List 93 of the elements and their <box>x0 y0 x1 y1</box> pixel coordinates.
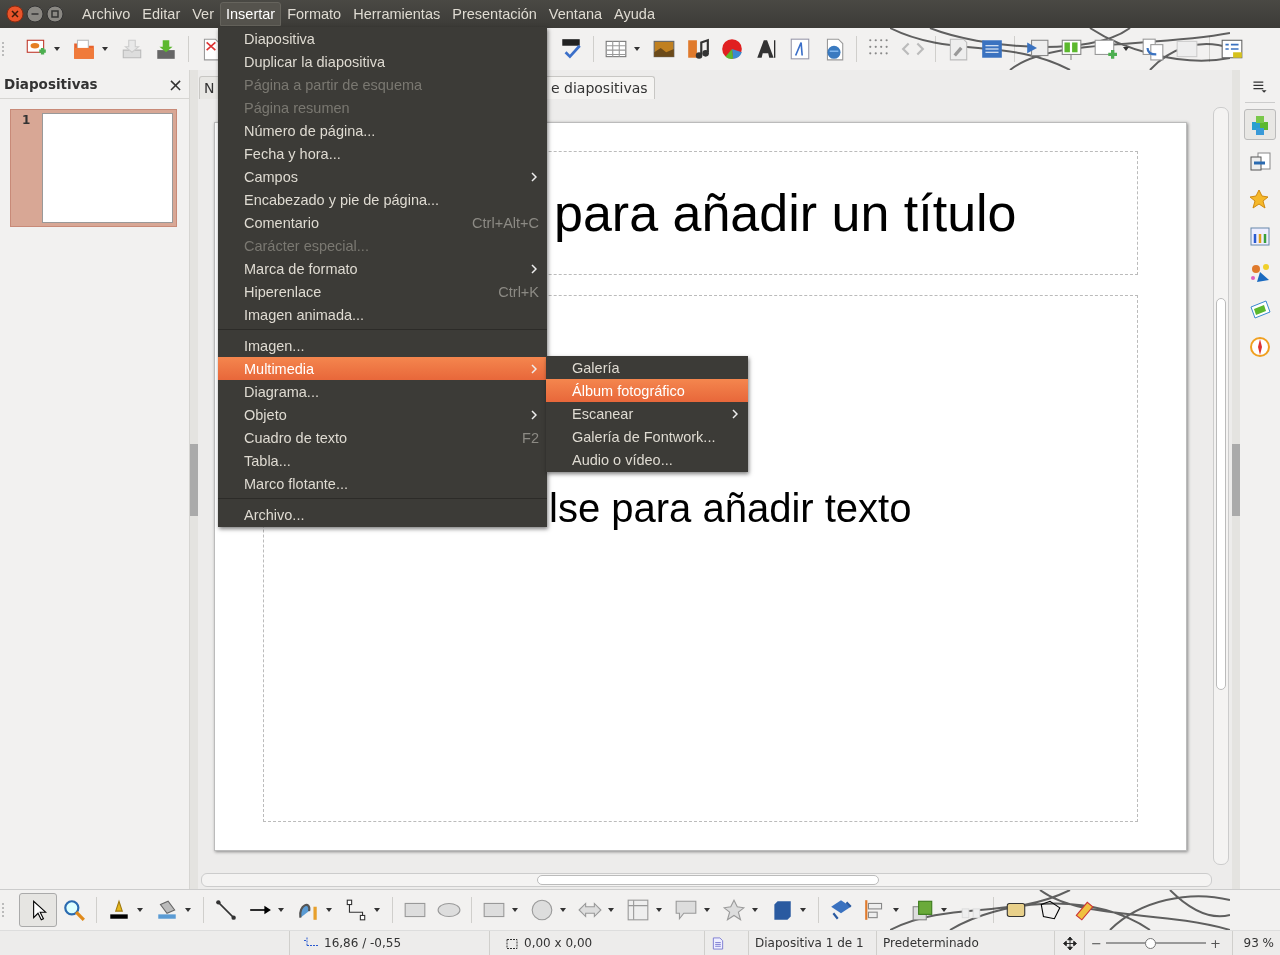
slider-thumb[interactable] <box>1144 937 1156 949</box>
splitter-handle[interactable] <box>190 443 198 516</box>
panel-title: Diapositivas <box>4 76 98 92</box>
layout-name: Predeterminado <box>883 936 979 950</box>
menu-item[interactable]: Insertar <box>220 2 282 26</box>
menu-item[interactable]: Ayuda <box>608 2 661 26</box>
dropdown-icon[interactable] <box>325 906 333 914</box>
dropdown-icon[interactable] <box>184 906 192 914</box>
chevron-icon <box>732 408 738 419</box>
select-tool-button[interactable] <box>19 893 57 927</box>
dropdown-icon[interactable] <box>607 906 615 914</box>
position-readout: 16,86 / -0,55 <box>324 936 402 950</box>
menu-item[interactable]: Formato <box>281 2 348 26</box>
dropdown-icon[interactable] <box>703 906 711 914</box>
slide-number: 1 <box>21 113 32 129</box>
zoom-icon[interactable] <box>62 898 86 922</box>
zoom-percent: 93 % <box>1243 936 1274 950</box>
menu-item[interactable]: Herramientas <box>347 2 447 26</box>
star-icon[interactable] <box>722 898 746 922</box>
splitter-handle[interactable] <box>1232 443 1240 516</box>
close-button[interactable]: × <box>165 73 185 95</box>
menu-item[interactable]: Ver <box>186 2 220 26</box>
dropdown-icon[interactable] <box>559 906 567 914</box>
photo-icon[interactable] <box>1249 298 1271 321</box>
polygon-icon[interactable] <box>1038 898 1062 922</box>
menu-item[interactable]: Escanear <box>546 402 748 425</box>
copy-icon[interactable] <box>1141 37 1165 61</box>
window-icon[interactable] <box>980 37 1004 61</box>
slide-layout-icon[interactable] <box>1059 37 1083 61</box>
transform-icon[interactable] <box>829 898 853 922</box>
bar-chart-icon[interactable] <box>1249 224 1271 247</box>
chevron-icon <box>531 409 537 420</box>
maximize-icon[interactable] <box>46 5 64 23</box>
menu-item[interactable]: Duplicar la diapositiva <box>218 50 547 73</box>
paint-bucket-icon[interactable] <box>155 898 179 922</box>
horizontal-scrollbar[interactable] <box>201 873 1212 887</box>
menu-item[interactable]: Audio o vídeo... <box>546 448 748 471</box>
pen-icon[interactable] <box>107 898 131 922</box>
dropdown-icon[interactable] <box>892 906 900 914</box>
dropdown-icon[interactable] <box>373 906 381 914</box>
dropdown-icon[interactable] <box>799 906 807 914</box>
film-music-icon[interactable] <box>686 37 710 61</box>
menu-item[interactable]: Número de página... <box>218 119 547 142</box>
dropdown-icon[interactable] <box>53 45 61 53</box>
zoom-out-button[interactable]: − <box>1091 935 1102 951</box>
zoom-in-button[interactable]: + <box>1209 935 1221 951</box>
dropdown-icon[interactable] <box>511 906 519 914</box>
dropdown-icon[interactable] <box>277 906 285 914</box>
fontwork-icon[interactable] <box>788 37 812 61</box>
slide-thumbnail[interactable]: 1 <box>10 109 177 227</box>
list-panel-icon[interactable] <box>1220 37 1244 61</box>
menu-item[interactable]: Diapositiva <box>218 27 547 50</box>
pie-chart-icon[interactable] <box>720 37 744 61</box>
menu-item[interactable]: Editar <box>136 2 187 26</box>
size-icon <box>504 936 518 950</box>
menu-item[interactable]: Ventana <box>542 2 609 26</box>
chevron-icon <box>531 263 537 274</box>
arrow-document-icon[interactable] <box>1249 150 1271 173</box>
star-icon[interactable] <box>1249 187 1271 210</box>
chevron-icon <box>531 171 537 182</box>
line-icon[interactable] <box>214 898 238 922</box>
connector-icon[interactable] <box>344 898 368 922</box>
shapes-icon[interactable] <box>1249 261 1271 284</box>
dropdown-icon[interactable] <box>136 906 144 914</box>
dropdown-icon[interactable] <box>101 45 109 53</box>
dropdown-icon[interactable] <box>940 906 948 914</box>
dropdown-icon[interactable] <box>1122 45 1130 53</box>
size-readout: 0,00 x 0,00 <box>524 936 593 950</box>
document-icon <box>711 936 725 950</box>
shortcut-label: Ctrl+Alt+C <box>472 214 539 231</box>
minimize-icon[interactable] <box>26 5 44 23</box>
close-icon[interactable] <box>6 5 24 23</box>
menu-item[interactable]: Galería de Fontwork... <box>546 425 748 448</box>
arrange-icon[interactable] <box>911 898 935 922</box>
dropdown-icon[interactable] <box>751 906 759 914</box>
spellcheck-icon[interactable] <box>559 37 583 61</box>
dropdown-icon[interactable] <box>655 906 663 914</box>
compass-icon[interactable] <box>1249 335 1271 358</box>
menu-item[interactable]: Presentación <box>446 2 543 26</box>
menu-item[interactable]: Archivo <box>76 2 137 26</box>
placeholder-text: lse para añadir texto <box>549 486 912 531</box>
dropdown-icon[interactable] <box>633 45 641 53</box>
download-icon[interactable] <box>154 37 178 61</box>
menu-item[interactable]: Galería <box>546 356 748 379</box>
slide-counter: Diapositiva 1 de 1 <box>755 936 864 950</box>
chevron-icon <box>531 363 537 374</box>
vertical-scrollbar[interactable] <box>1213 107 1229 865</box>
folder-icon[interactable] <box>72 37 96 61</box>
shortcut-label: F2 <box>522 429 539 446</box>
new-slide-icon[interactable] <box>1093 37 1117 61</box>
placeholder-text: para añadir un título <box>554 183 1017 243</box>
text-icon[interactable] <box>754 37 778 61</box>
move-icon <box>1062 936 1077 950</box>
